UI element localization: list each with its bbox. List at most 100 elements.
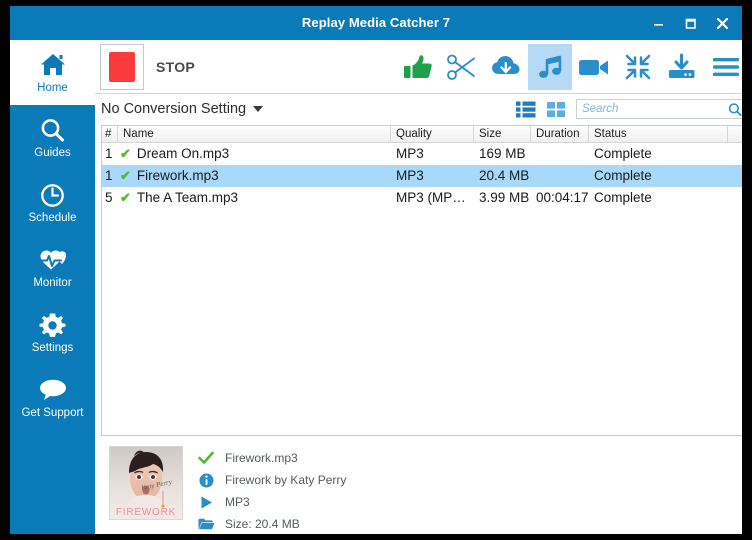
column-header-num[interactable]: # (102, 125, 118, 142)
cell-quality: MP3 (MP… (396, 190, 466, 206)
table-header: # Name Quality Size Duration Status (102, 125, 742, 143)
clock-icon (39, 181, 66, 209)
sidebar-item-settings[interactable]: Settings (10, 300, 95, 365)
detail-line-info: Firework by Katy Perry (197, 470, 346, 490)
title-bar: Replay Media Catcher 7 (10, 6, 742, 40)
chat-bubble-icon (38, 376, 68, 404)
table-row[interactable]: 1 ✔ Dream On.mp3 MP3 169 MB Complete (102, 143, 742, 165)
window-controls (642, 6, 738, 40)
svg-text:FIREWORK: FIREWORK (116, 507, 176, 518)
maximize-icon (685, 18, 696, 29)
cell-status: Complete (594, 146, 652, 162)
stop-square-icon (109, 51, 135, 82)
check-icon: ✔ (120, 146, 131, 162)
thumbs-up-button[interactable] (396, 44, 440, 90)
close-button[interactable] (706, 6, 738, 40)
detail-line-format: MP3 (197, 492, 346, 512)
column-header-quality[interactable]: Quality (391, 125, 474, 142)
detail-text: Size: 20.4 MB (225, 517, 300, 531)
sidebar-item-home[interactable]: Home (10, 40, 95, 105)
cell-size: 20.4 MB (479, 168, 530, 184)
column-header-status[interactable]: Status (589, 125, 728, 142)
grid-view-icon (546, 101, 565, 117)
cell-status: Complete (594, 168, 652, 184)
cell-name: ✔ The A Team.mp3 (118, 190, 391, 205)
maximize-button[interactable] (674, 6, 706, 40)
play-icon[interactable] (197, 495, 215, 510)
cell-duration: 00:04:17 (536, 190, 589, 206)
cell-num: 1 (105, 168, 113, 184)
cell-num: 1 (105, 146, 113, 162)
list-view-icon (516, 101, 536, 118)
cell-name-text: Dream On.mp3 (136, 146, 230, 162)
column-header-end[interactable] (728, 126, 742, 142)
close-icon (716, 17, 728, 29)
cloud-download-button[interactable] (484, 44, 528, 90)
search-icon (39, 116, 66, 144)
search-input[interactable] (582, 103, 728, 116)
check-icon: ✔ (120, 168, 131, 184)
detail-line-size: Size: 20.4 MB (197, 514, 346, 534)
window-title: Replay Media Catcher 7 (301, 15, 451, 30)
music-note-icon (539, 55, 562, 78)
cell-num: 5 (105, 190, 113, 206)
search-icon[interactable] (728, 102, 742, 117)
sidebar-item-schedule[interactable]: Schedule (10, 170, 95, 235)
album-art-thumbnail: FIREWORK Katy Perry (109, 446, 183, 520)
column-header-size[interactable]: Size (474, 125, 531, 142)
detail-lines: Firework.mp3 Firework by Katy Perry MP3 (197, 446, 346, 534)
cell-name: ✔ Firework.mp3 (118, 168, 391, 183)
sidebar-item-get-support[interactable]: Get Support (10, 365, 95, 430)
scissors-button[interactable] (440, 44, 484, 90)
sidebar-item-guides[interactable]: Guides (10, 105, 95, 170)
conversion-setting-dropdown[interactable]: No Conversion Setting (101, 101, 264, 117)
cell-name-text: The A Team.mp3 (136, 190, 238, 206)
home-icon (39, 51, 67, 79)
download-list: # Name Quality Size Duration Status 1 ✔ … (101, 124, 742, 436)
folder-icon[interactable] (197, 517, 215, 531)
view-toggle-group (514, 98, 568, 120)
detail-text: Firework by Katy Perry (225, 473, 347, 487)
compress-button[interactable] (616, 44, 660, 90)
thumbs-up-icon (404, 54, 432, 78)
cloud-download-icon (492, 55, 520, 74)
check-icon: ✔ (120, 190, 131, 206)
detail-line-filename: Firework.mp3 (197, 448, 346, 468)
detail-text: Firework.mp3 (225, 451, 298, 465)
table-row[interactable]: 1 ✔ Firework.mp3 MP3 20.4 MB Complete (102, 164, 742, 187)
app-window: Replay Media Catcher 7 Home Guides Sched… (10, 6, 742, 534)
list-view-button[interactable] (514, 98, 538, 120)
sidebar-item-label: Home (37, 82, 68, 94)
gear-icon (39, 311, 66, 339)
cell-name: ✔ Dream On.mp3 (118, 146, 391, 161)
column-header-duration[interactable]: Duration (531, 125, 589, 142)
video-button[interactable] (572, 44, 616, 90)
compress-icon (625, 54, 651, 79)
video-camera-icon (579, 59, 608, 75)
sidebar-item-label: Guides (34, 147, 71, 159)
cell-status: Complete (594, 190, 652, 206)
save-download-icon (669, 53, 695, 78)
cell-quality: MP3 (396, 146, 424, 162)
scissors-icon (447, 54, 475, 80)
grid-view-button[interactable] (544, 98, 568, 120)
hamburger-menu-icon (713, 57, 739, 76)
detail-text: MP3 (225, 495, 250, 509)
search-box[interactable] (576, 99, 742, 120)
heart-pulse-icon (39, 246, 67, 274)
sidebar-item-label: Settings (31, 342, 74, 354)
hamburger-menu-button[interactable] (704, 44, 742, 90)
save-download-button[interactable] (660, 44, 704, 90)
detail-panel: FIREWORK Katy Perry Firework.mp3 Firewor… (95, 436, 742, 534)
sidebar-item-label: Monitor (33, 277, 72, 289)
minimize-icon (653, 23, 663, 26)
table-row[interactable]: 5 ✔ The A Team.mp3 MP3 (MP… 3.99 MB 00:0… (102, 187, 742, 209)
stop-button-label: STOP (156, 58, 196, 75)
column-header-name[interactable]: Name (118, 125, 391, 142)
sidebar-item-monitor[interactable]: Monitor (10, 235, 95, 300)
music-button[interactable] (528, 43, 572, 90)
sidebar-item-label: Schedule (28, 212, 77, 224)
minimize-button[interactable] (642, 6, 674, 40)
stop-button[interactable] (100, 43, 144, 90)
main-panel: STOP No Conversion Setting Search # Name… (95, 40, 742, 534)
